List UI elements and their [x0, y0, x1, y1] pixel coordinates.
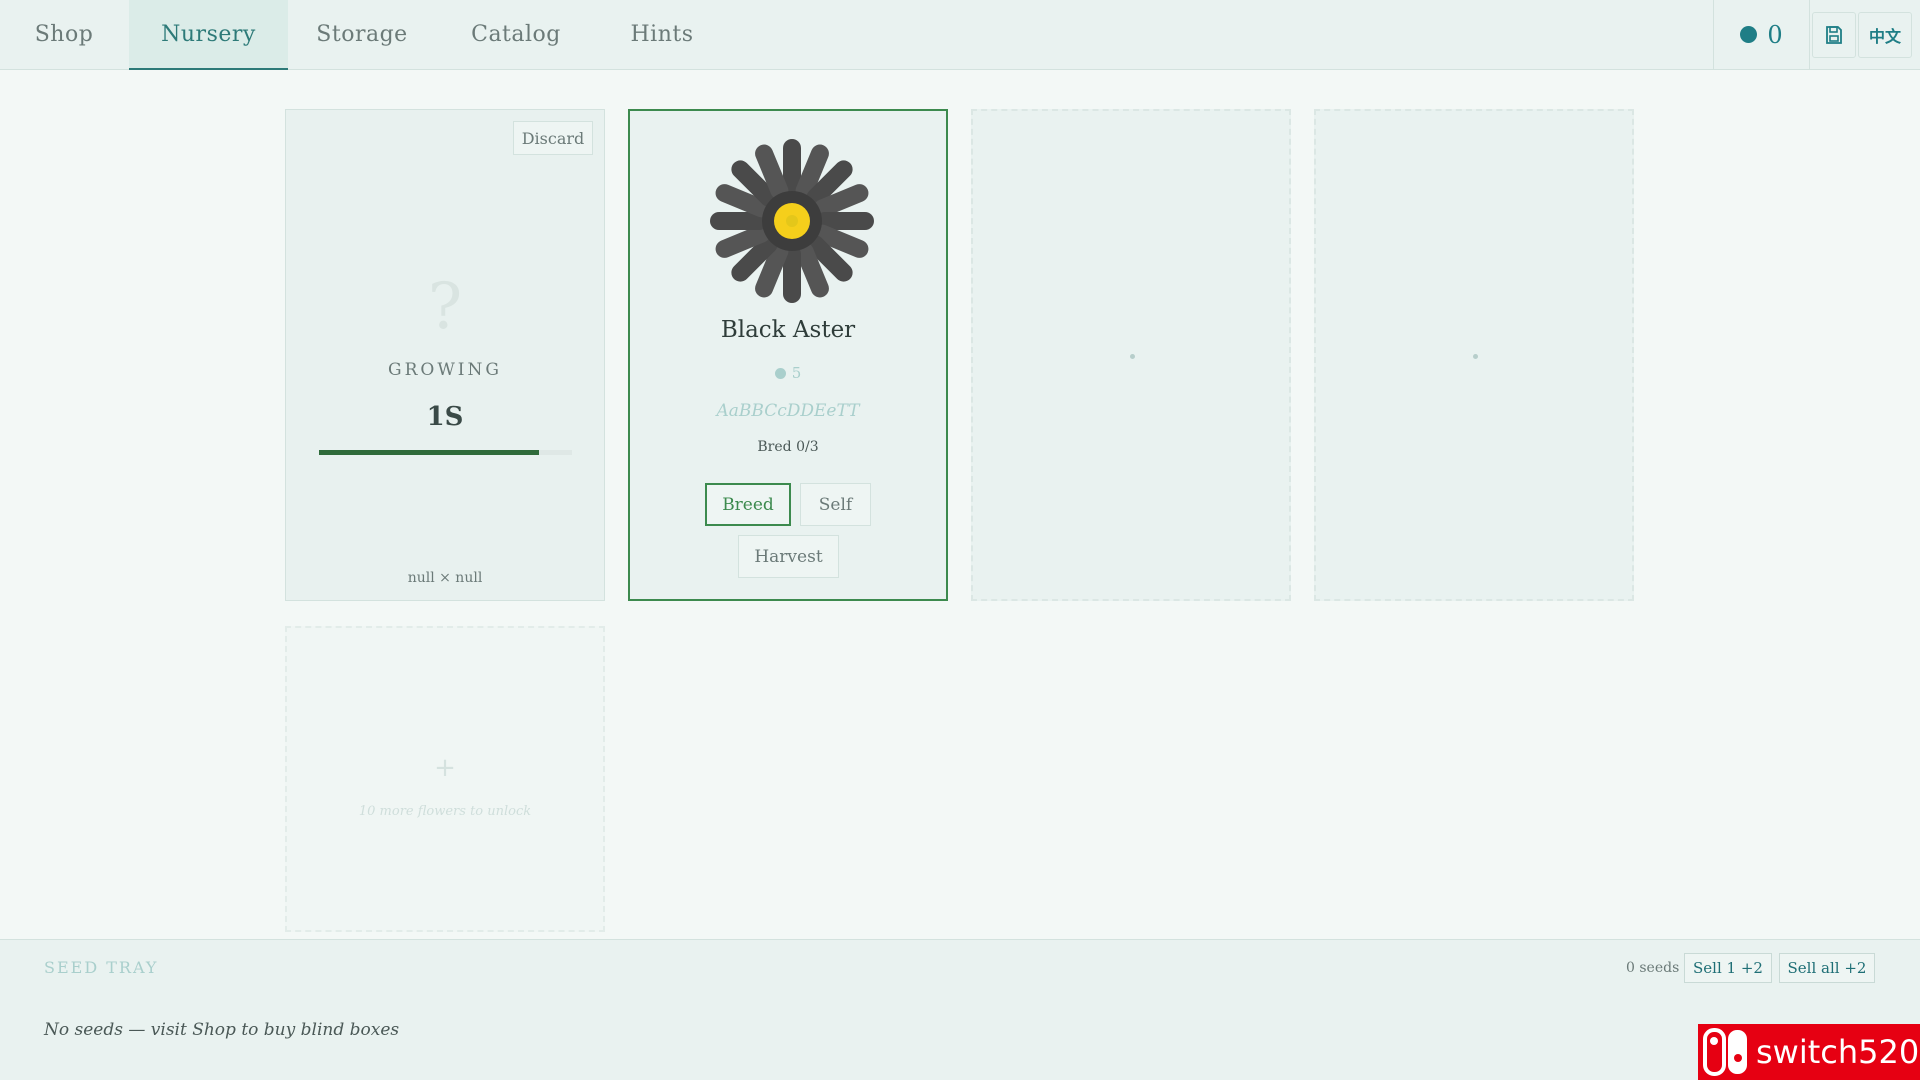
empty-plot-marker: [1130, 354, 1135, 359]
breed-button[interactable]: Breed: [705, 483, 791, 526]
unknown-flower-icon: ?: [427, 270, 463, 344]
discard-button[interactable]: Discard: [513, 121, 593, 155]
tab-shop[interactable]: Shop: [0, 0, 128, 69]
plot-empty[interactable]: [971, 109, 1291, 601]
seed-tray: SEED TRAY 0 seeds Sell 1 +2 Sell all +2 …: [0, 939, 1920, 1080]
unlock-hint: 10 more flowers to unlock: [358, 804, 532, 819]
plot-empty[interactable]: [1314, 109, 1634, 601]
bred-count: Bred 0/3: [757, 439, 819, 455]
growth-progress-bar: [319, 450, 572, 455]
watermark: switch520: [1698, 1024, 1920, 1080]
watermark-text: switch520: [1756, 1033, 1920, 1071]
tab-storage[interactable]: Storage: [288, 0, 436, 69]
flower-icon: [710, 139, 874, 303]
plot-growing: Discard ? GROWING 1S null × null: [285, 109, 605, 601]
harvest-button[interactable]: Harvest: [738, 535, 839, 578]
flower-value: 5: [630, 364, 946, 382]
seed-count: 0 seeds: [1626, 960, 1680, 976]
parent-names: null × null: [407, 570, 483, 586]
sell-one-button[interactable]: Sell 1 +2: [1684, 953, 1772, 983]
top-nav: Shop Nursery Storage Catalog Hints 0 中文: [0, 0, 1920, 70]
coin-count: 0: [1767, 20, 1783, 49]
growth-progress-fill: [319, 450, 540, 455]
flower-name: Black Aster: [720, 317, 856, 343]
flower-value-number: 5: [791, 364, 802, 382]
save-icon: [1826, 26, 1842, 44]
seed-tray-title: SEED TRAY: [44, 958, 159, 977]
empty-plot-marker: [1473, 354, 1478, 359]
tab-hints[interactable]: Hints: [596, 0, 728, 69]
growing-status: GROWING: [388, 360, 502, 380]
plot-locked: + 10 more flowers to unlock: [285, 626, 605, 932]
language-button[interactable]: 中文: [1858, 12, 1912, 58]
coin-icon: [1740, 26, 1758, 43]
plus-icon: +: [434, 753, 456, 783]
sell-all-button[interactable]: Sell all +2: [1779, 953, 1875, 983]
switch-logo-icon: [1698, 1024, 1754, 1080]
coin-icon: [774, 367, 786, 379]
tab-nursery[interactable]: Nursery: [129, 0, 288, 70]
flower-genotype: AaBBCcDDEeTT: [716, 401, 860, 421]
tab-catalog[interactable]: Catalog: [440, 0, 592, 69]
seed-tray-empty-message: No seeds — visit Shop to buy blind boxes: [44, 1020, 400, 1040]
plot-flower[interactable]: Black Aster 5 AaBBCcDDEeTT Bred 0/3 Bree…: [628, 109, 948, 601]
save-button[interactable]: [1812, 12, 1856, 58]
self-button[interactable]: Self: [800, 483, 871, 526]
growth-timer: 1S: [426, 402, 464, 432]
coin-balance: 0: [1713, 0, 1810, 69]
